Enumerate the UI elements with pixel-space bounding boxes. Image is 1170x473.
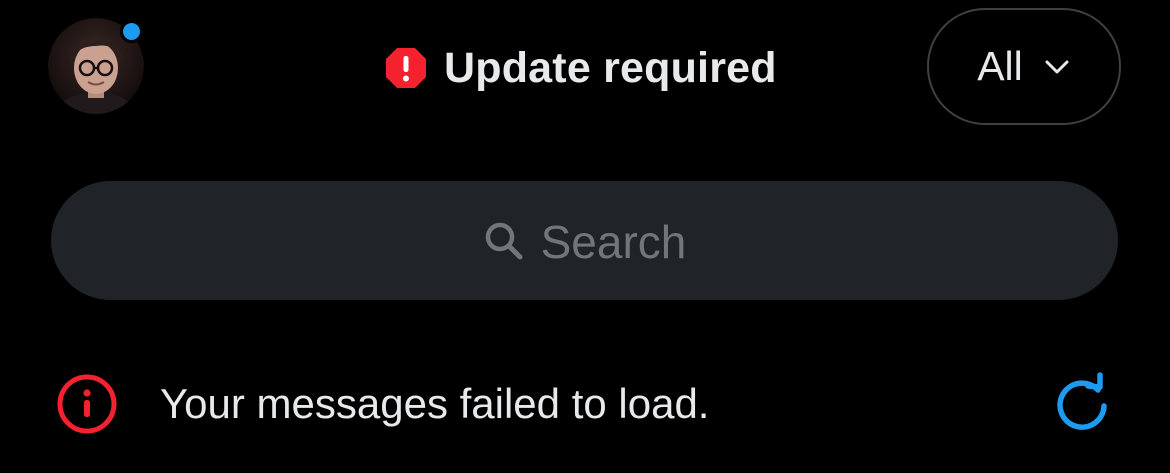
octagon-exclamation-icon: [386, 48, 426, 88]
notification-dot: [120, 20, 143, 43]
error-message: Your messages failed to load.: [160, 380, 710, 427]
search-placeholder: Search: [540, 215, 687, 268]
refresh-icon[interactable]: [1051, 372, 1113, 434]
search-input[interactable]: Search: [51, 181, 1118, 300]
info-circle-icon: [57, 374, 117, 434]
messages-error-row: Your messages failed to load.: [55, 370, 1115, 438]
chevron-down-icon: [1045, 60, 1069, 73]
page-title: Update required: [444, 43, 777, 92]
filter-dropdown-button[interactable]: All: [927, 8, 1121, 125]
filter-label: All: [977, 43, 1023, 89]
search-icon: [485, 222, 523, 259]
avatar-button[interactable]: [48, 18, 144, 114]
header-title-group: Update required: [384, 38, 777, 98]
